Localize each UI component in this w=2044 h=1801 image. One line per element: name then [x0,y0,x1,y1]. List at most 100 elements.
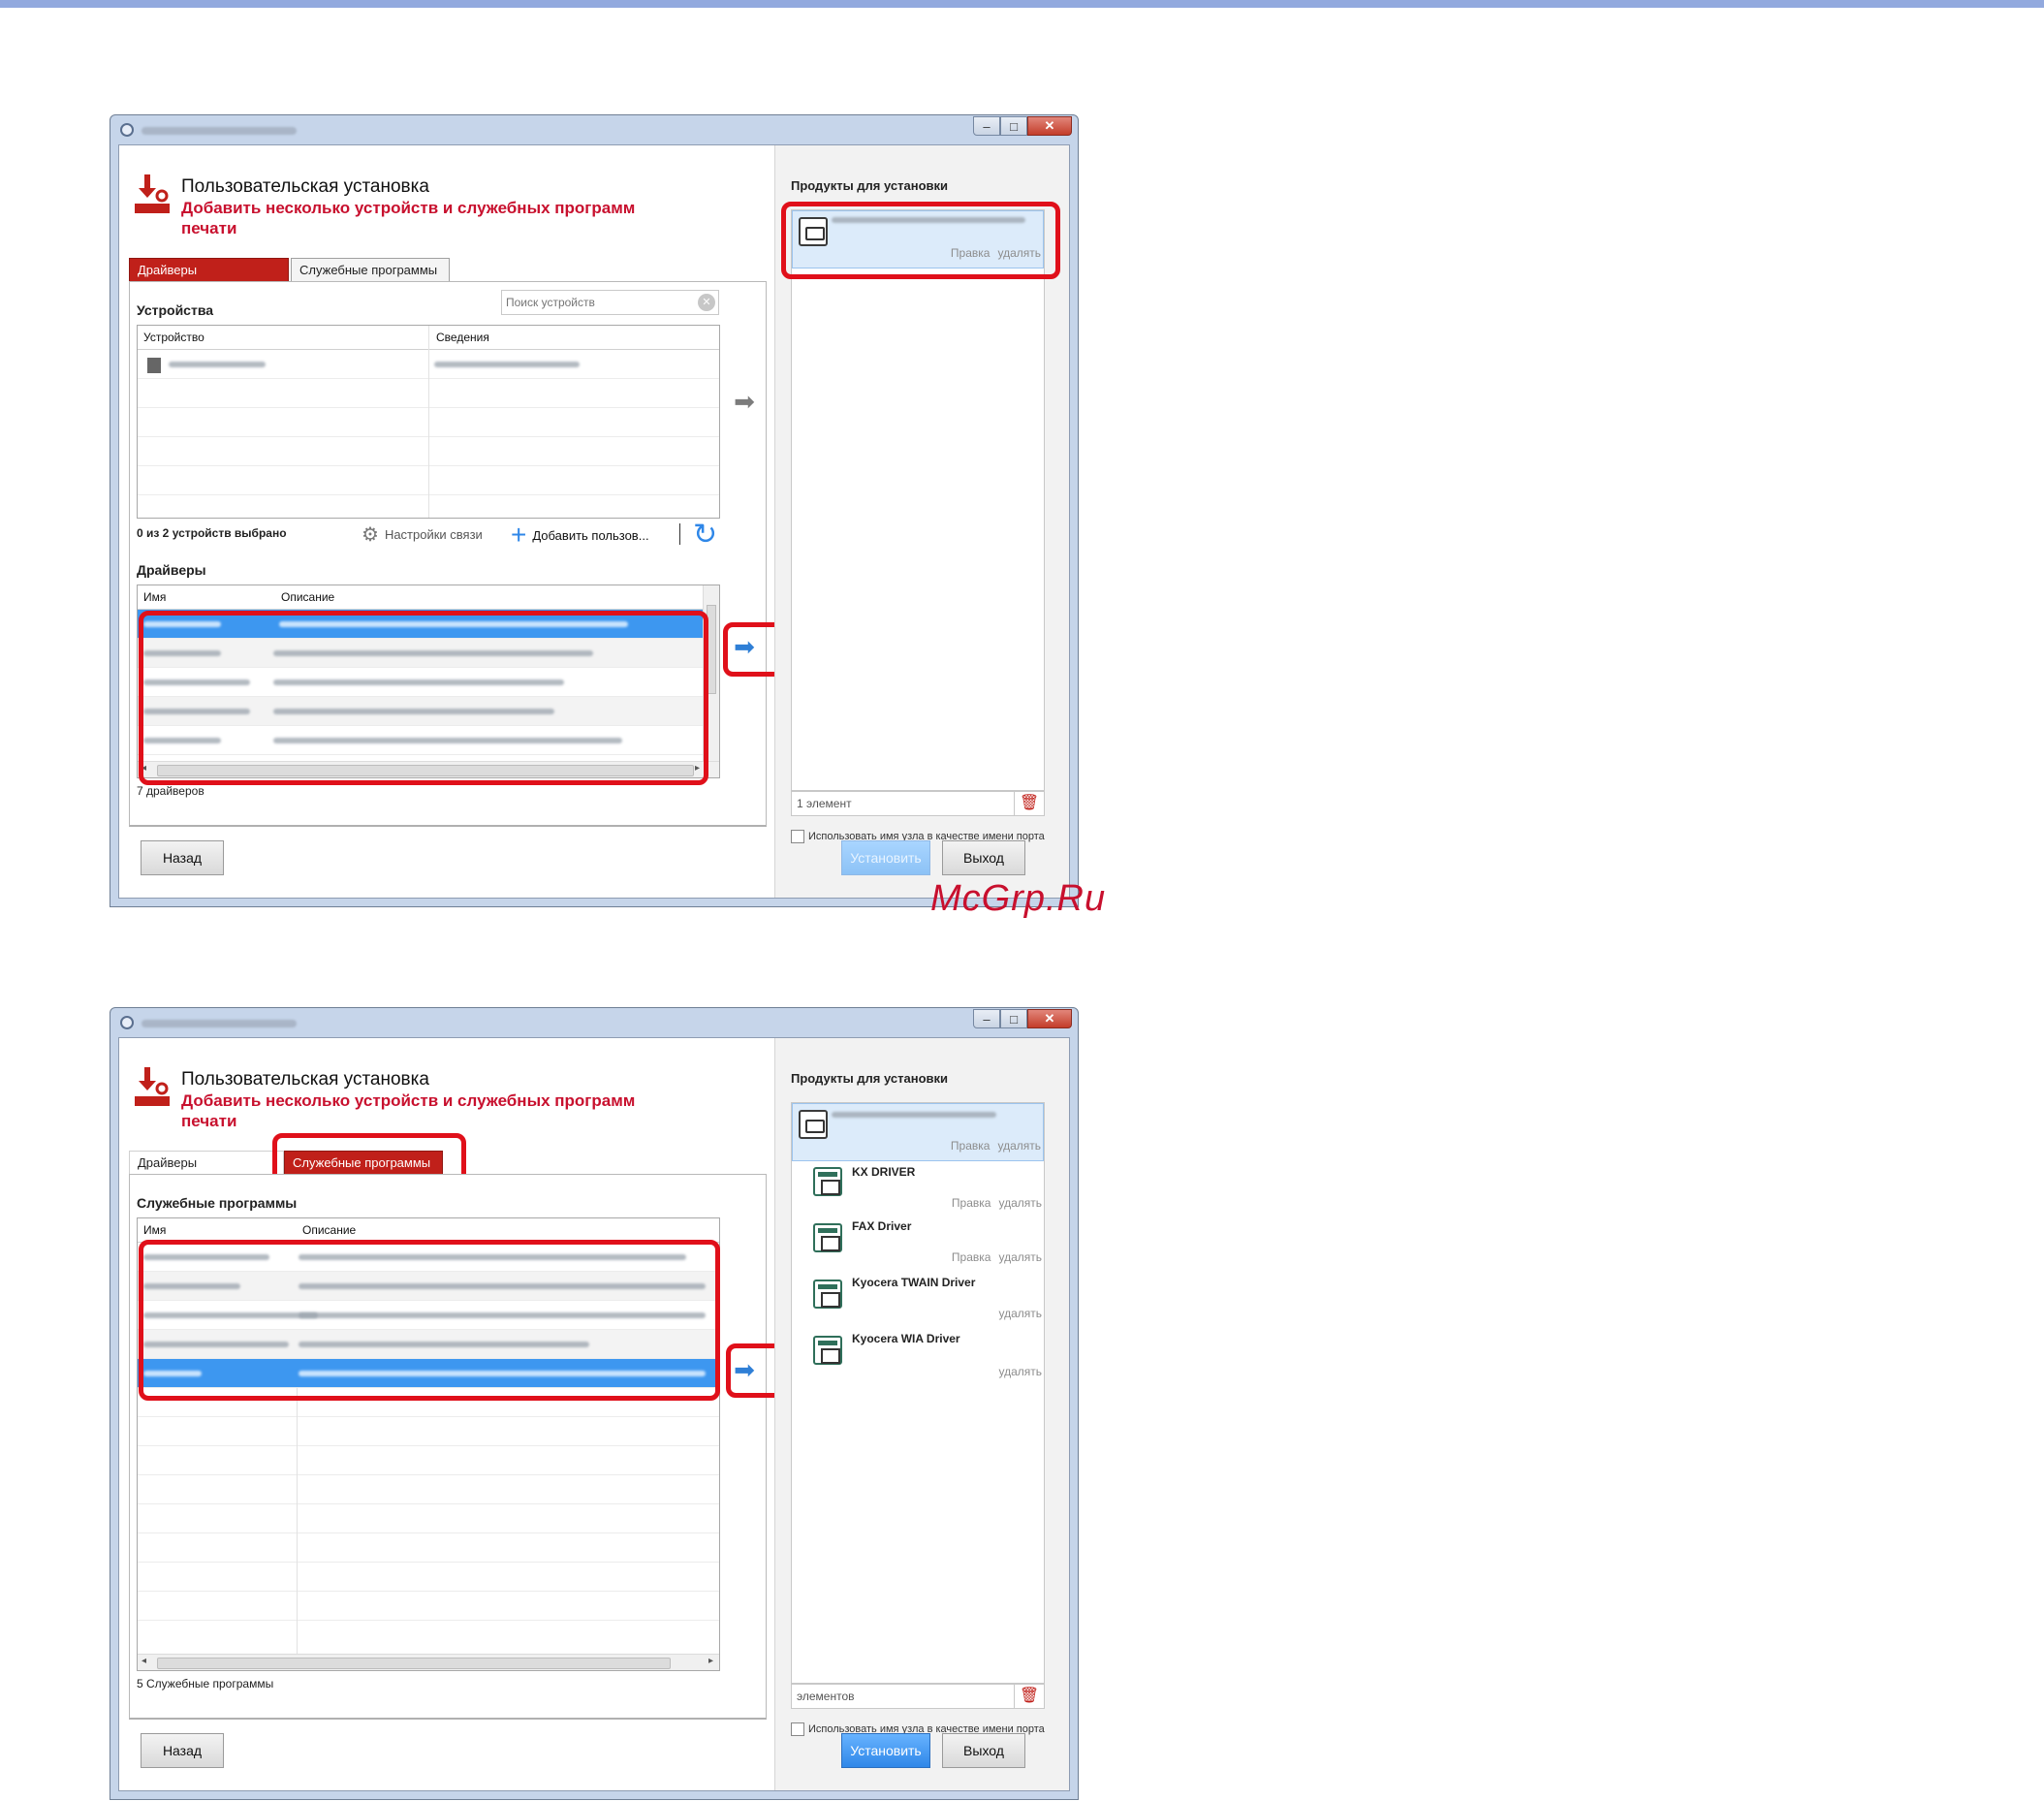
column-description[interactable]: Описание [302,1223,356,1237]
search-input[interactable] [502,291,687,314]
page-subtitle: Добавить несколько устройств и служебных… [181,199,636,237]
tab-utilities[interactable]: Служебные программы [291,258,450,281]
list-item[interactable]: Kyocera TWAIN Driver удалять [792,1272,1044,1330]
refresh-icon[interactable]: ↻ [693,518,717,552]
maximize-button[interactable]: □ [1000,1009,1027,1028]
devices-label: Устройства [137,302,214,318]
close-button[interactable]: ✕ [1027,116,1072,136]
utilities-table: Имя Описание ◂ ▸ [137,1217,720,1671]
remove-link[interactable]: удалять [997,246,1041,260]
vertical-scrollbar[interactable] [703,585,719,762]
trash-icon[interactable]: 🗑 [1014,792,1044,815]
help-link[interactable]: Правка [952,1250,991,1264]
table-row [138,1504,719,1533]
network-settings-icon: ⚙ [362,524,379,546]
window-client: Пользовательская установка Добавить неск… [118,1037,1070,1791]
table-row [138,1446,719,1475]
list-item[interactable]: Правка удалять [792,210,1044,269]
table-row [138,1563,719,1592]
help-link[interactable]: Правка [951,1139,991,1153]
devices-selected-count: 0 из 2 устройств выбрано [137,526,287,540]
title-bar[interactable]: – □ ✕ [110,115,1078,144]
remove-link[interactable]: удалять [998,1196,1042,1210]
window-client: Пользовательская установка Добавить неск… [118,144,1070,899]
table-row[interactable] [138,697,704,726]
table-row[interactable] [138,668,704,697]
column-name[interactable]: Имя [143,1223,166,1237]
table-row[interactable] [138,1359,719,1388]
table-row[interactable] [138,726,704,755]
remove-link[interactable]: удалять [997,1139,1041,1153]
driver-icon [813,1336,842,1365]
minimize-button[interactable]: – [973,116,1000,136]
element-count: 1 элемент [797,797,852,810]
drivers-label: Драйверы [137,562,206,578]
comm-settings-button[interactable]: ⚙ Настройки связи [362,522,483,547]
column-details[interactable]: Сведения [436,331,489,344]
products-footer: элементов 🗑 [791,1684,1045,1709]
table-row[interactable] [138,1272,719,1301]
tab-drivers[interactable]: Драйверы [129,1151,284,1174]
download-gear-icon [135,1067,170,1106]
table-row[interactable] [138,610,704,639]
clear-search-icon[interactable]: ✕ [698,294,715,311]
product-name: Kyocera TWAIN Driver [852,1276,976,1289]
products-label: Продукты для установки [791,178,949,193]
exit-button[interactable]: Выход [942,840,1025,875]
horizontal-scrollbar[interactable]: ◂ ▸ [138,761,719,777]
add-utility-arrow-icon[interactable]: ➡ [728,1355,761,1384]
tab-drivers[interactable]: Драйверы [129,258,289,281]
help-link[interactable]: Правка [951,246,991,260]
close-button[interactable]: ✕ [1027,1009,1072,1028]
remove-link[interactable]: удалять [998,1307,1042,1320]
tab-utilities[interactable]: Служебные программы [284,1151,443,1174]
remove-link[interactable]: удалять [998,1365,1042,1378]
exit-button[interactable]: Выход [942,1733,1025,1768]
install-button[interactable]: Установить [841,840,930,875]
table-row [138,1417,719,1446]
printer-icon [799,1110,828,1139]
table-row[interactable] [138,1243,719,1272]
column-device[interactable]: Устройство [143,331,204,344]
printer-icon [799,217,828,246]
table-row[interactable] [138,1301,719,1330]
install-button[interactable]: Установить [841,1733,930,1768]
column-description[interactable]: Описание [281,590,334,604]
download-gear-icon [135,174,170,213]
checkbox-box[interactable] [791,830,804,843]
list-item[interactable]: KX DRIVER Правка удалять [792,1161,1044,1219]
back-button[interactable]: Назад [141,1733,224,1768]
element-count: элементов [797,1690,855,1703]
horizontal-scrollbar[interactable]: ◂ ▸ [138,1654,719,1670]
back-button[interactable]: Назад [141,840,224,875]
page-title: Пользовательская установка [181,176,429,197]
add-device-arrow-icon[interactable]: ➡ [728,387,761,416]
list-item[interactable]: Kyocera WIA Driver удалять [792,1328,1044,1386]
list-item[interactable]: FAX Driver Правка удалять [792,1216,1044,1274]
remove-link[interactable]: удалять [998,1250,1042,1264]
column-name[interactable]: Имя [143,590,166,604]
watermark: McGrp.Ru [930,878,1107,919]
plus-icon: + [511,520,527,550]
maximize-button[interactable]: □ [1000,116,1027,136]
help-link[interactable]: Правка [952,1196,991,1210]
products-pane: Продукты для установки Правка удалять 1 э… [774,145,1069,898]
trash-icon[interactable]: 🗑 [1014,1685,1044,1708]
minimize-button[interactable]: – [973,1009,1000,1028]
table-row [138,1592,719,1621]
title-bar[interactable]: – □ ✕ [110,1008,1078,1037]
add-custom-label: Добавить пользов... [532,527,649,543]
checkbox-box[interactable] [791,1722,804,1736]
add-driver-arrow-icon[interactable]: ➡ [728,632,761,661]
table-row[interactable] [138,639,704,668]
table-row[interactable] [138,1330,719,1359]
products-list: Правка удалять KX DRIVER Правка удалять FA… [791,1102,1045,1684]
device-search[interactable]: ✕ [501,290,719,315]
table-row [138,1533,719,1563]
add-custom-button[interactable]: + Добавить пользов... [511,520,649,551]
installer-window-utilities: – □ ✕ Пользовательская установка Добавит… [110,1007,1079,1800]
products-label: Продукты для установки [791,1071,949,1086]
page-subtitle: Добавить несколько устройств и служебных… [181,1091,636,1130]
drivers-count: 7 драйверов [137,784,204,798]
list-item[interactable]: Правка удалять [792,1103,1044,1161]
